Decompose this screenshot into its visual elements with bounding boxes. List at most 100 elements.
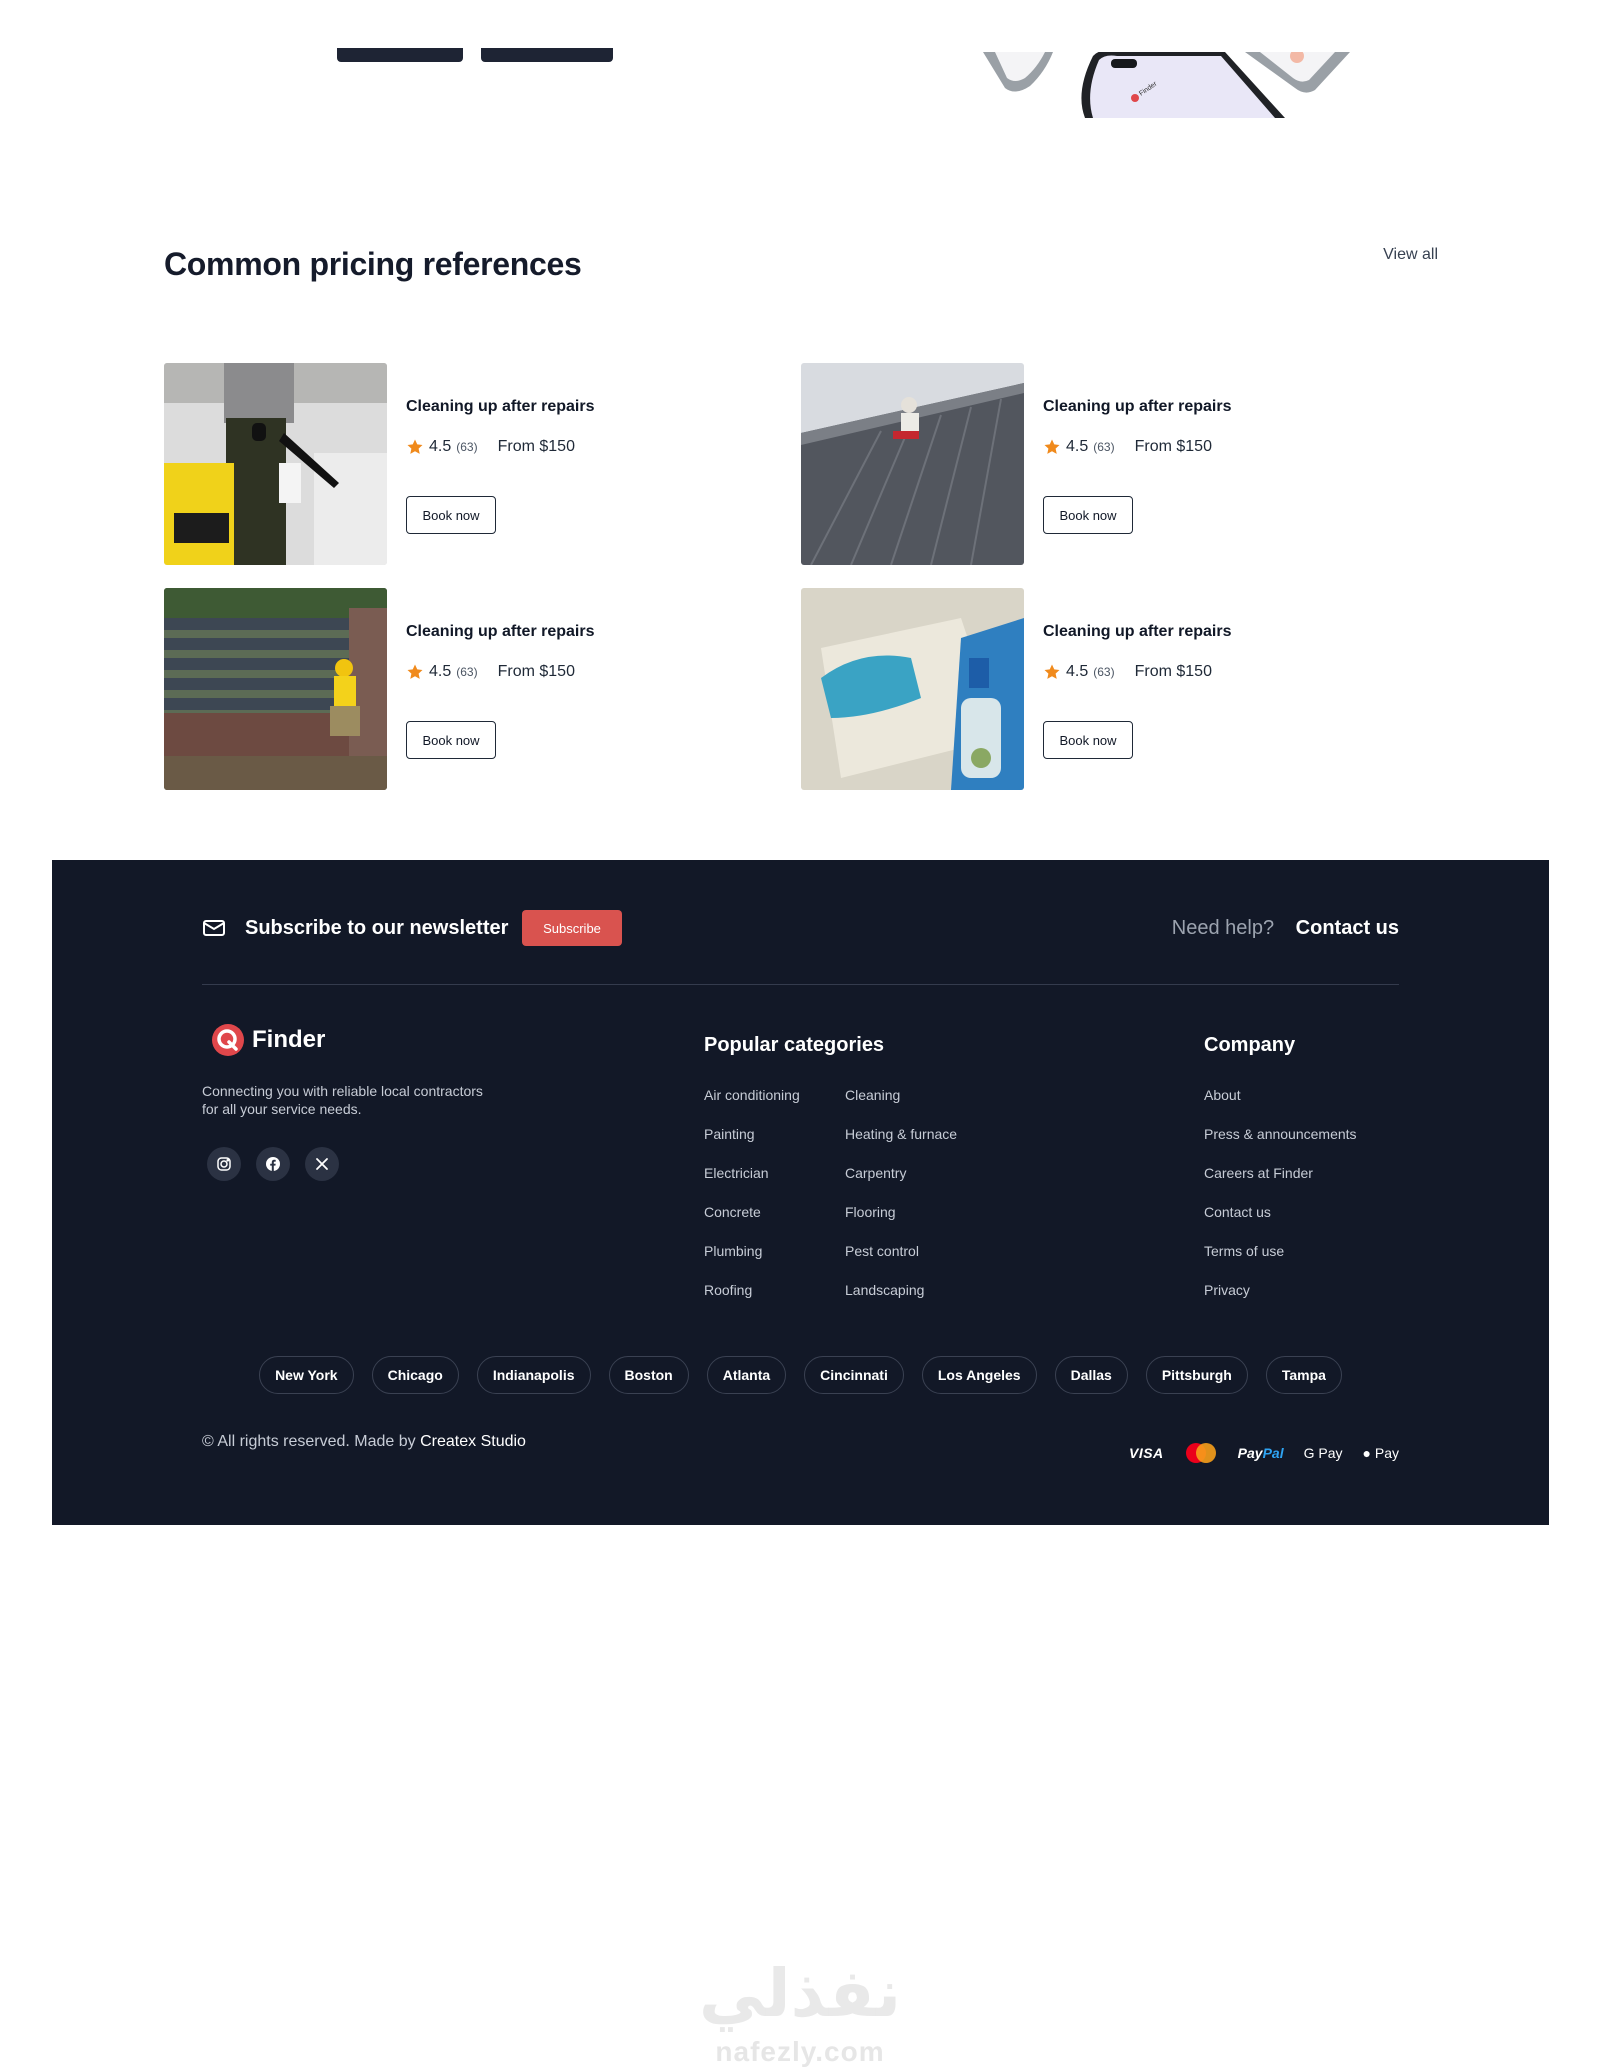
- finder-logo-icon: [212, 1024, 244, 1056]
- city-pill[interactable]: New York: [259, 1356, 354, 1394]
- category-item[interactable]: Flooring: [845, 1204, 957, 1243]
- x-icon: [316, 1158, 328, 1170]
- studio-link[interactable]: Createx Studio: [420, 1433, 526, 1450]
- popular-categories-title: Popular categories: [704, 1034, 885, 1056]
- card-rating-count: (63): [456, 440, 478, 454]
- company-link[interactable]: Terms of use: [1204, 1243, 1357, 1282]
- card-rating-count: (63): [456, 665, 478, 679]
- category-item[interactable]: Heating & furnace: [845, 1126, 957, 1165]
- company-link[interactable]: About: [1204, 1087, 1357, 1126]
- section-title: Common pricing references: [164, 246, 582, 282]
- category-item[interactable]: Carpentry: [845, 1165, 957, 1204]
- pricing-card: Cleaning up after repairs 4.5 (63) From …: [801, 588, 1361, 790]
- watermark-arabic: نفذلي: [699, 1955, 901, 2032]
- card-rating: 4.5: [429, 438, 452, 455]
- category-item[interactable]: Cleaning: [845, 1087, 957, 1126]
- copyright-text: © All rights reserved. Made by: [202, 1433, 416, 1450]
- watermark-latin: nafezly.com: [715, 2036, 885, 2067]
- city-pill[interactable]: Tampa: [1265, 1356, 1342, 1394]
- city-links: New York Chicago Indianapolis Boston Atl…: [52, 1356, 1549, 1394]
- card-meta: 4.5 (63) From $150: [1043, 438, 1212, 456]
- instagram-link[interactable]: [207, 1147, 241, 1181]
- category-item[interactable]: Concrete: [704, 1204, 800, 1243]
- card-title: Cleaning up after repairs: [1043, 398, 1232, 415]
- category-item[interactable]: Electrician: [704, 1165, 800, 1204]
- newsletter-row: Subscribe to our newsletter Subscribe Ne…: [202, 910, 1399, 946]
- card-price: From $150: [497, 663, 575, 680]
- card-price: From $150: [1134, 663, 1212, 680]
- card-image: [164, 588, 387, 790]
- company-title: Company: [1204, 1034, 1296, 1056]
- view-all-link[interactable]: View all: [1383, 246, 1438, 264]
- subscribe-button[interactable]: Subscribe: [522, 910, 622, 946]
- help-text: Need help?: [1171, 917, 1275, 939]
- company-link[interactable]: Contact us: [1204, 1204, 1357, 1243]
- card-price: From $150: [1134, 438, 1212, 455]
- card-meta: 4.5 (63) From $150: [1043, 663, 1212, 681]
- instagram-icon: [217, 1157, 231, 1171]
- category-item[interactable]: Pest control: [845, 1243, 957, 1282]
- card-rating: 4.5: [1066, 663, 1089, 680]
- card-rating: 4.5: [1066, 438, 1089, 455]
- pricing-card: Cleaning up after repairs 4.5 (63) From …: [801, 363, 1361, 565]
- category-item[interactable]: Plumbing: [704, 1243, 800, 1282]
- phone-mockup-image: Finder: [983, 52, 1350, 118]
- city-pill[interactable]: Chicago: [371, 1356, 459, 1394]
- category-item[interactable]: Landscaping: [845, 1282, 957, 1321]
- city-pill[interactable]: Dallas: [1054, 1356, 1128, 1394]
- x-link[interactable]: [305, 1147, 339, 1181]
- book-now-button[interactable]: Book now: [1043, 721, 1133, 759]
- help-block: Need help? Contact us: [1172, 917, 1399, 940]
- newsletter-title: Subscribe to our newsletter: [245, 917, 509, 939]
- category-item[interactable]: Air conditioning: [704, 1087, 800, 1126]
- hero-button-right[interactable]: [481, 48, 613, 62]
- category-item[interactable]: Painting: [704, 1126, 800, 1165]
- star-icon: [407, 439, 423, 454]
- facebook-link[interactable]: [256, 1147, 290, 1181]
- city-pill[interactable]: Los Angeles: [921, 1356, 1037, 1394]
- popular-categories-col2: Cleaning Heating & furnace Carpentry Flo…: [845, 1087, 957, 1321]
- card-title: Cleaning up after repairs: [1043, 623, 1232, 640]
- city-pill[interactable]: Boston: [608, 1356, 689, 1394]
- paypal-icon: PayPal: [1237, 1445, 1284, 1461]
- mastercard-icon: [1185, 1443, 1216, 1463]
- apple-pay-icon: ● Pay: [1362, 1445, 1399, 1461]
- star-icon: [1044, 664, 1060, 679]
- hero-button-left[interactable]: [337, 48, 463, 62]
- card-rating-count: (63): [1093, 665, 1115, 679]
- card-meta: 4.5 (63) From $150: [406, 438, 575, 456]
- payment-methods: VISA PayPal G Pay ● Pay: [1109, 1442, 1399, 1464]
- footer: Subscribe to our newsletter Subscribe Ne…: [52, 860, 1549, 1525]
- city-pill[interactable]: Cincinnati: [804, 1356, 904, 1394]
- category-item[interactable]: Roofing: [704, 1282, 800, 1321]
- footer-divider: [202, 984, 1399, 985]
- card-meta: 4.5 (63) From $150: [406, 663, 575, 681]
- city-pill[interactable]: Pittsburgh: [1145, 1356, 1248, 1394]
- company-link[interactable]: Press & announcements: [1204, 1126, 1357, 1165]
- star-icon: [407, 664, 423, 679]
- book-now-button[interactable]: Book now: [406, 721, 496, 759]
- company-links: About Press & announcements Careers at F…: [1204, 1087, 1357, 1321]
- card-image: [801, 363, 1024, 565]
- mail-icon: [203, 920, 225, 936]
- google-pay-icon: G Pay: [1303, 1445, 1343, 1461]
- card-image: [801, 588, 1024, 790]
- city-pill[interactable]: Indianapolis: [476, 1356, 591, 1394]
- star-icon: [1044, 439, 1060, 454]
- copyright: © All rights reserved. Made by Createx S…: [202, 1433, 526, 1451]
- book-now-button[interactable]: Book now: [1043, 496, 1133, 534]
- book-now-button[interactable]: Book now: [406, 496, 496, 534]
- card-price: From $150: [497, 438, 575, 455]
- company-link[interactable]: Privacy: [1204, 1282, 1357, 1321]
- company-link[interactable]: Careers at Finder: [1204, 1165, 1357, 1204]
- brand-tagline: Connecting you with reliable local contr…: [202, 1083, 483, 1117]
- city-pill[interactable]: Atlanta: [706, 1356, 787, 1394]
- contact-us-link[interactable]: Contact us: [1296, 917, 1399, 939]
- card-image: [164, 363, 387, 565]
- popular-categories-col1: Air conditioning Painting Electrician Co…: [704, 1087, 800, 1321]
- brand-name: Finder: [252, 1026, 326, 1053]
- social-links: [207, 1147, 354, 1181]
- card-rating: 4.5: [429, 663, 452, 680]
- pricing-card: Cleaning up after repairs 4.5 (63) From …: [164, 588, 724, 790]
- brand[interactable]: Finder: [211, 1023, 325, 1057]
